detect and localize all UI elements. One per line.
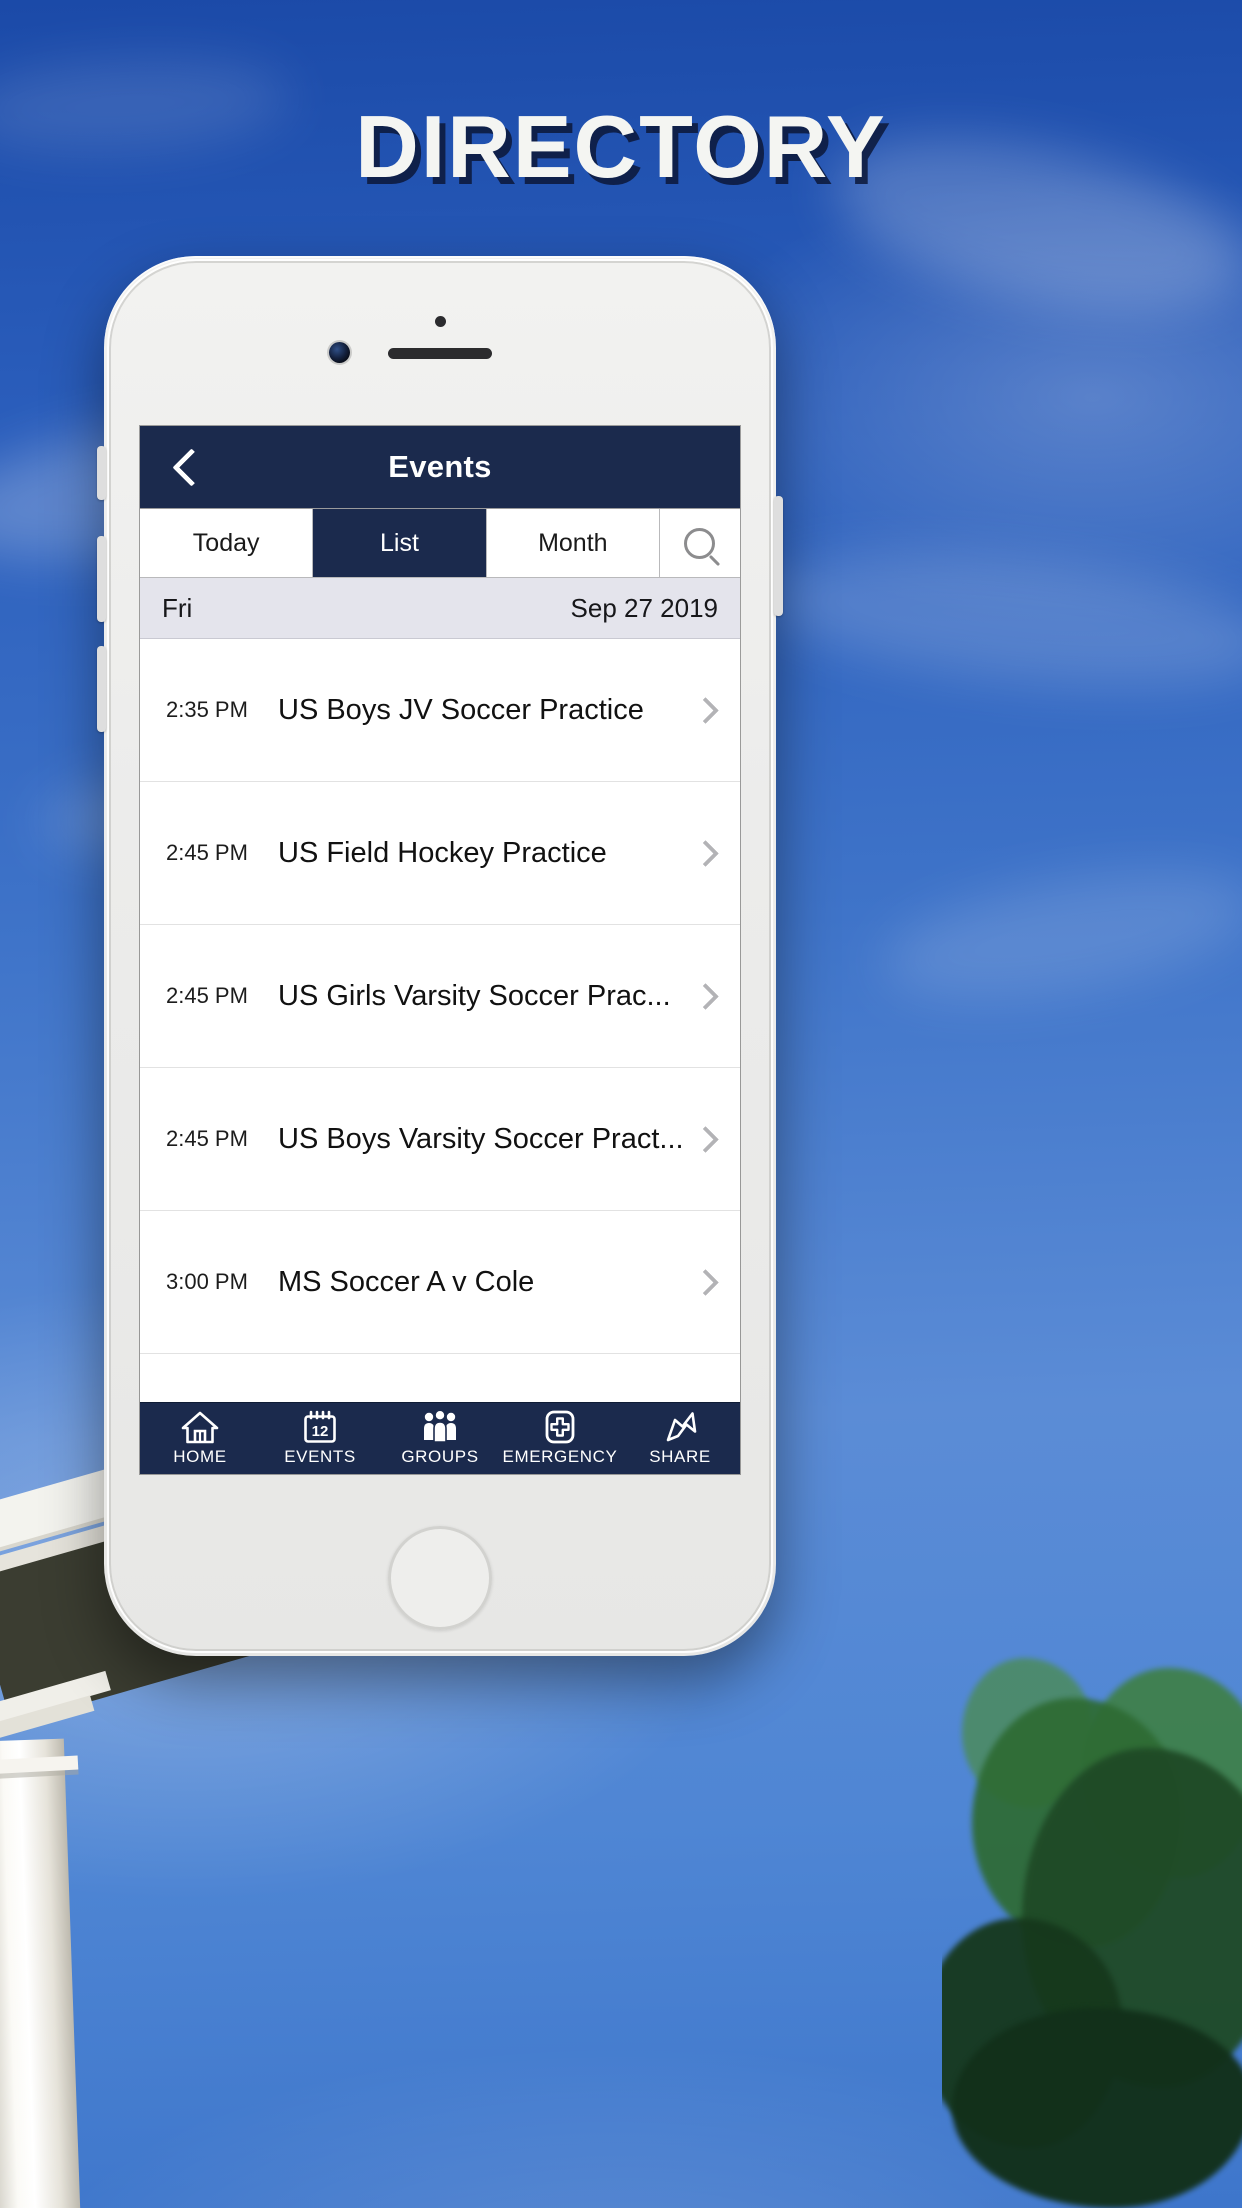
tab-share[interactable]: SHARE (620, 1410, 740, 1467)
back-button[interactable] (158, 426, 218, 508)
tab-groups-label: GROUPS (401, 1447, 479, 1466)
chevron-left-icon (171, 447, 211, 487)
list-item[interactable]: 2:45 PM US Girls Varsity Soccer Prac... (140, 925, 740, 1068)
power-button (774, 496, 783, 616)
segmented-control: Today List Month (140, 508, 740, 578)
volume-up-button (97, 536, 106, 622)
home-button[interactable] (388, 1526, 492, 1630)
front-camera-icon (329, 342, 350, 363)
chevron-right-icon (691, 1268, 719, 1296)
disclosure-indicator (688, 696, 722, 724)
phone-screen: Events Today List Month Fri Sep 27 2019 … (140, 426, 740, 1474)
tab-share-label: SHARE (649, 1447, 711, 1466)
volume-down-button (97, 646, 106, 732)
earpiece-speaker (388, 348, 492, 359)
chevron-right-icon (691, 696, 719, 724)
mute-switch (97, 446, 106, 500)
tab-list[interactable]: List (313, 509, 487, 577)
date-header-day: Fri (162, 592, 193, 623)
event-title: US Boys JV Soccer Practice (278, 693, 644, 726)
tab-today[interactable]: Today (140, 509, 314, 577)
calendar-icon: 12 (302, 1410, 338, 1444)
event-time: 2:45 PM (166, 983, 248, 1008)
list-item[interactable]: 2:45 PM US Field Hockey Practice (140, 782, 740, 925)
event-title: US Girls Varsity Soccer Prac... (278, 979, 671, 1012)
people-icon (420, 1410, 460, 1444)
disclosure-indicator (688, 839, 722, 867)
tab-events[interactable]: 12 EVENTS (260, 1410, 380, 1467)
home-icon (181, 1410, 219, 1444)
event-time: 3:00 PM (166, 1269, 248, 1294)
disclosure-indicator (688, 1125, 722, 1153)
tab-emergency-label: EMERGENCY (502, 1447, 618, 1466)
tab-home[interactable]: HOME (140, 1410, 260, 1467)
date-header-date: Sep 27 2019 (570, 592, 718, 623)
list-item[interactable]: 2:35 PM US Boys JV Soccer Practice (140, 639, 740, 782)
bottom-tab-bar: HOME 12 EVENTS GROUPS EMERGENCY SHARE (140, 1402, 740, 1474)
search-button[interactable] (659, 509, 740, 577)
disclosure-indicator (688, 982, 722, 1010)
trees (942, 1488, 1242, 2208)
chevron-right-icon (691, 1125, 719, 1153)
event-title: US Boys Varsity Soccer Pract... (278, 1122, 684, 1155)
tab-groups[interactable]: GROUPS (380, 1410, 500, 1467)
navbar-title: Events (388, 449, 492, 484)
phone-mockup: Events Today List Month Fri Sep 27 2019 … (97, 256, 783, 1656)
svg-text:12: 12 (312, 1423, 329, 1440)
proximity-sensor-icon (435, 316, 446, 327)
tab-events-label: EVENTS (284, 1447, 356, 1466)
chevron-right-icon (691, 839, 719, 867)
search-icon (684, 527, 716, 559)
event-time: 2:45 PM (166, 840, 248, 865)
disclosure-indicator (688, 1268, 722, 1296)
event-time: 2:45 PM (166, 1126, 248, 1151)
medical-cross-icon (545, 1410, 575, 1444)
tab-emergency[interactable]: EMERGENCY (500, 1410, 620, 1467)
event-title: US Field Hockey Practice (278, 836, 607, 869)
event-list: 2:35 PM US Boys JV Soccer Practice 2:45 … (140, 639, 740, 1474)
chevron-right-icon (691, 982, 719, 1010)
event-time: 2:35 PM (166, 697, 248, 722)
list-item[interactable]: 2:45 PM US Boys Varsity Soccer Pract... (140, 1068, 740, 1211)
date-header: Fri Sep 27 2019 (140, 578, 740, 639)
share-arrow-icon (662, 1410, 698, 1444)
tab-month[interactable]: Month (486, 509, 660, 577)
page-title: DIRECTORY (355, 97, 887, 196)
navigation-bar: Events (140, 426, 740, 508)
event-title: MS Soccer A v Cole (278, 1265, 535, 1298)
tab-home-label: HOME (173, 1447, 227, 1466)
list-item[interactable]: 3:00 PM MS Soccer A v Cole (140, 1211, 740, 1354)
